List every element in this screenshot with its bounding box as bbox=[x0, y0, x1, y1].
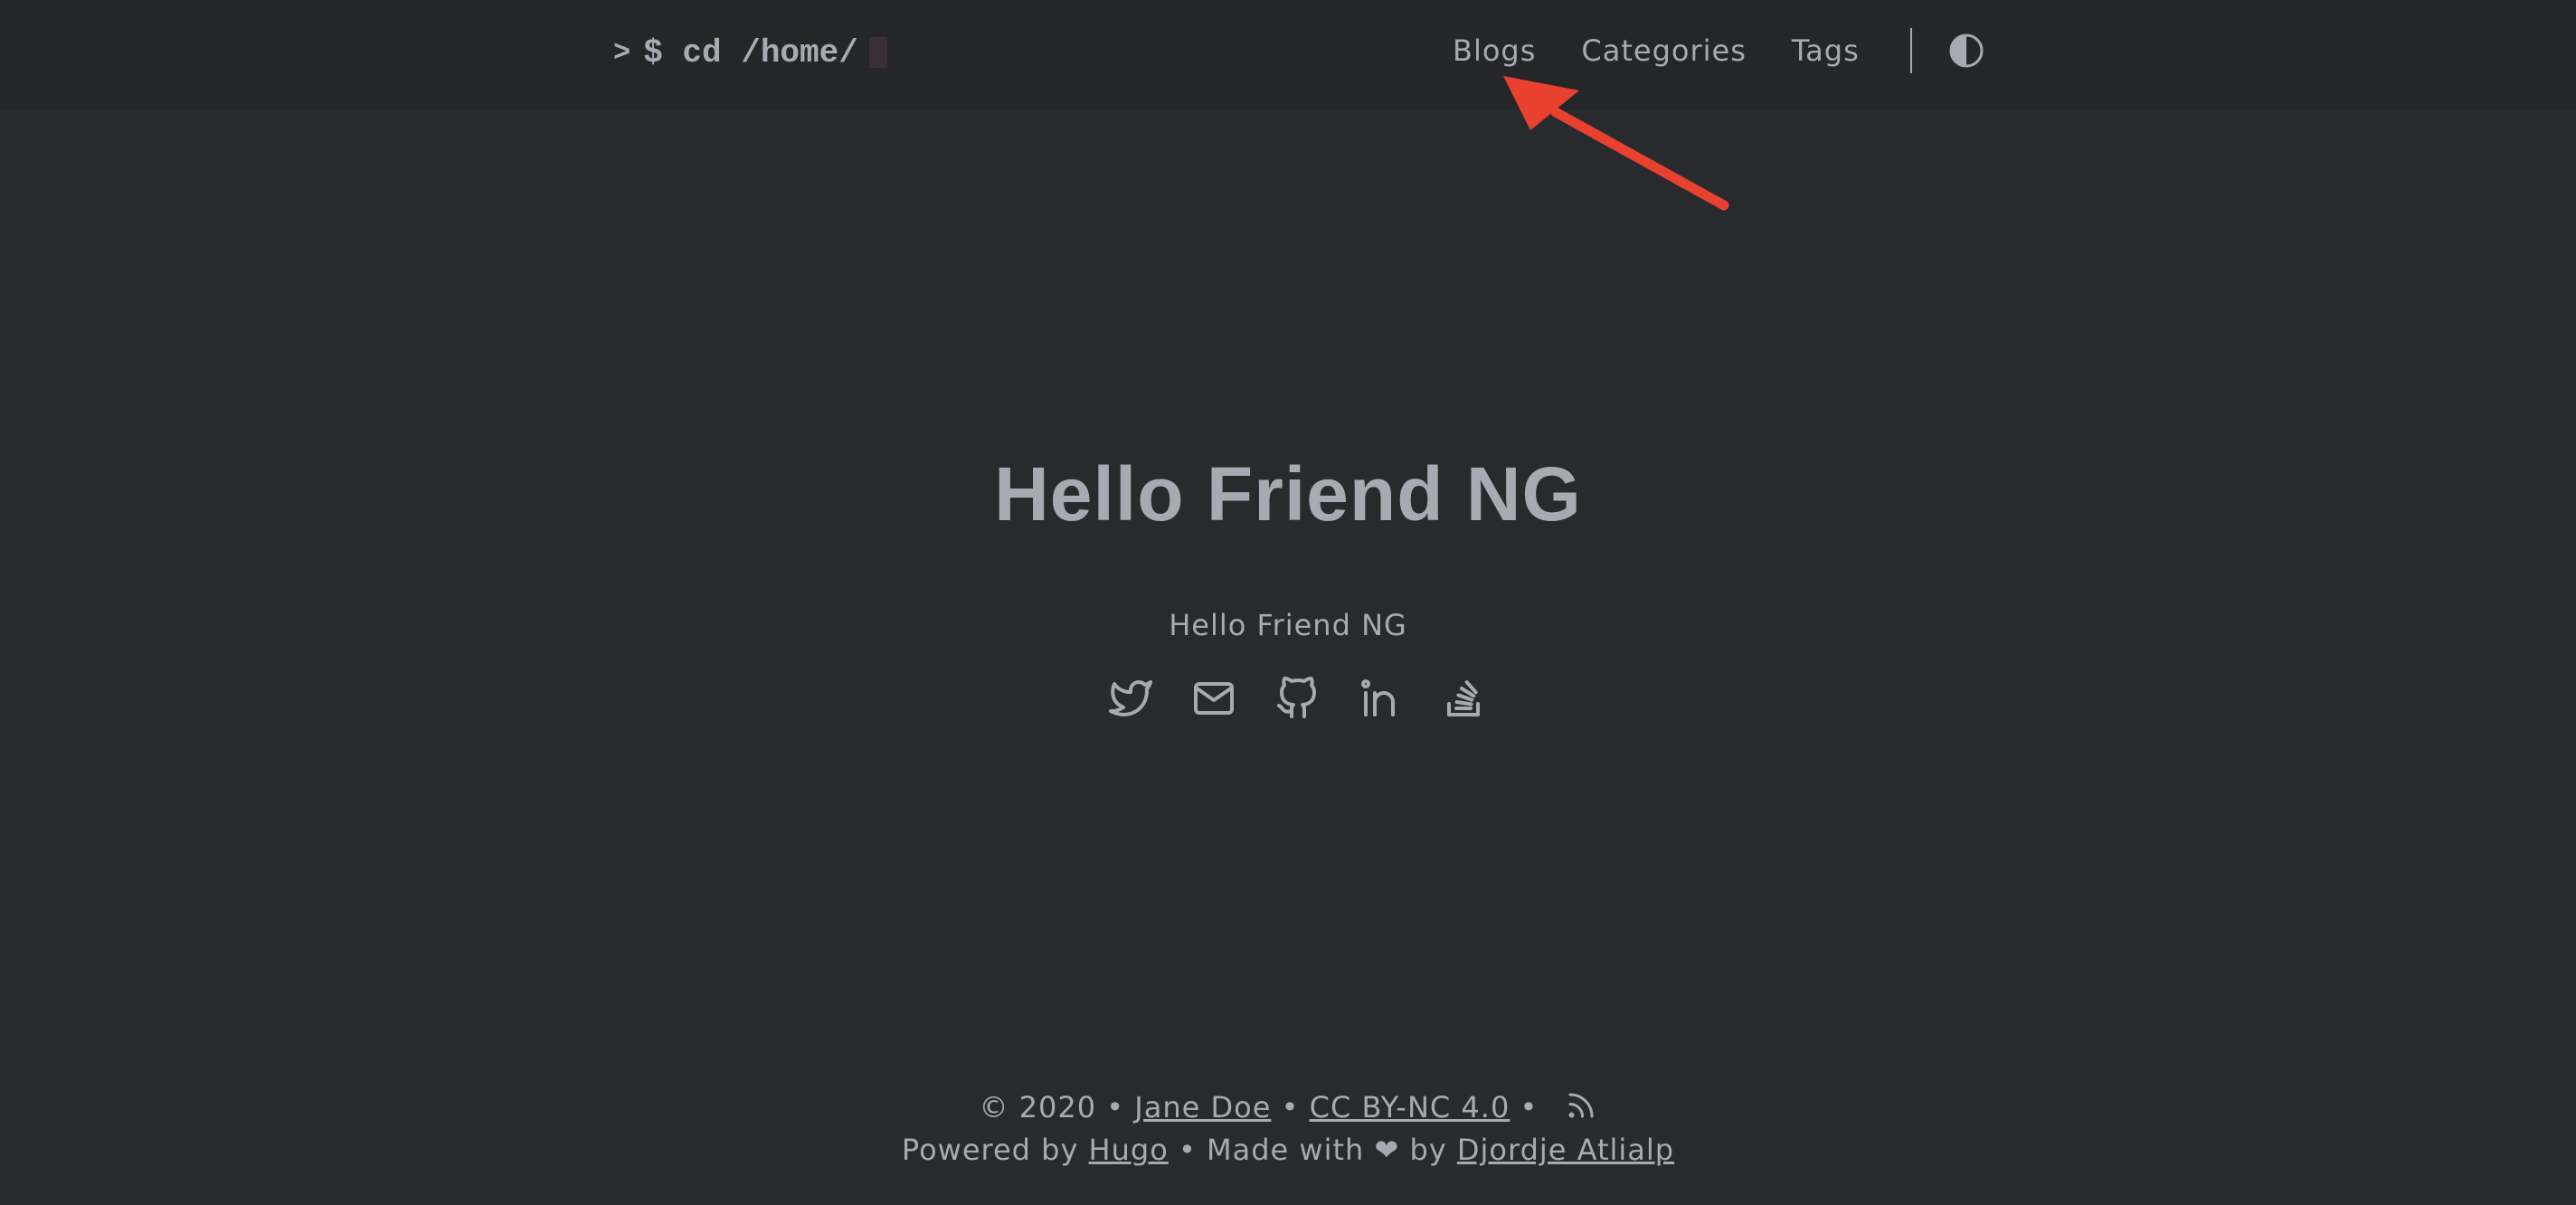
hugo-link[interactable]: Hugo bbox=[1089, 1133, 1169, 1167]
page-subtitle: Hello Friend NG bbox=[1169, 608, 1407, 642]
rss-link[interactable] bbox=[1565, 1089, 1597, 1129]
page-title: Hello Friend NG bbox=[994, 451, 1582, 536]
annotation-arrow bbox=[1503, 76, 1729, 211]
footer-credits-line: Powered by Hugo • Made with ❤ by Djordje… bbox=[0, 1133, 2576, 1167]
stackoverflow-link[interactable] bbox=[1442, 677, 1485, 720]
site-logo[interactable]: > $ cd /home/ bbox=[613, 25, 887, 80]
theme-author-link[interactable]: Djordje Atlialp bbox=[1457, 1133, 1674, 1167]
contrast-icon bbox=[1949, 33, 1984, 68]
logo-prompt: > bbox=[613, 35, 631, 70]
main-nav: Blogs Categories Tags bbox=[1453, 24, 1984, 78]
stackoverflow-icon bbox=[1447, 680, 1480, 716]
copyright-text: © 2020 • bbox=[979, 1090, 1125, 1124]
author-link[interactable]: Jane Doe bbox=[1134, 1090, 1271, 1124]
footer-separator: • bbox=[1281, 1090, 1300, 1124]
site-header: > $ cd /home/ Blogs Categories Tags bbox=[0, 0, 2576, 110]
linkedin-icon bbox=[1361, 679, 1395, 716]
social-links bbox=[1109, 677, 1485, 720]
linkedin-link[interactable] bbox=[1359, 677, 1402, 720]
nav-divider bbox=[1909, 28, 1912, 73]
powered-by-text: Powered by bbox=[901, 1133, 1079, 1167]
theme-toggle-button[interactable] bbox=[1948, 33, 1984, 69]
nav-tags[interactable]: Tags bbox=[1792, 33, 1860, 68]
footer-copyright-line: © 2020 • Jane Doe • CC BY-NC 4.0 • bbox=[0, 1089, 2576, 1129]
license-link[interactable]: CC BY-NC 4.0 bbox=[1310, 1090, 1511, 1124]
rss-icon bbox=[1568, 1093, 1594, 1118]
nav-blogs[interactable]: Blogs bbox=[1453, 33, 1536, 68]
mail-icon bbox=[1194, 682, 1234, 715]
twitter-link[interactable] bbox=[1109, 677, 1152, 720]
twitter-icon bbox=[1109, 679, 1152, 716]
email-link[interactable] bbox=[1192, 677, 1236, 720]
nav-categories[interactable]: Categories bbox=[1581, 33, 1746, 68]
github-icon bbox=[1277, 677, 1316, 718]
logo-text: $ cd /home/ bbox=[643, 33, 858, 71]
github-link[interactable] bbox=[1275, 677, 1319, 720]
footer-separator: • bbox=[1520, 1090, 1539, 1124]
logo-cursor bbox=[868, 37, 887, 68]
made-with-text: • Made with ❤ by bbox=[1178, 1133, 1447, 1167]
